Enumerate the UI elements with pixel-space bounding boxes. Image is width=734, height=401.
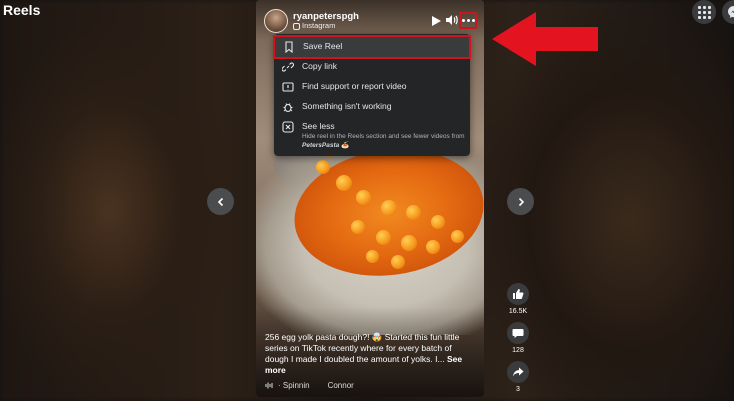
volume-icon[interactable]: [445, 13, 459, 27]
bookmark-icon: [285, 41, 293, 53]
yolk: [381, 200, 397, 216]
bug-icon: [283, 103, 293, 113]
red-arrow-annotation: [492, 12, 598, 66]
yolk: [406, 205, 421, 220]
yolk: [431, 215, 445, 229]
see-less-page-name: PetersPasta: [302, 141, 340, 149]
share-count: 3: [516, 386, 520, 393]
menu-item-label: See less: [302, 121, 335, 131]
source-text: Instagram: [302, 21, 336, 31]
yolk: [356, 190, 371, 205]
menu-item-label: Save Reel: [303, 41, 343, 51]
see-less-desc-line1: Hide reel in the Reels section and see f…: [302, 133, 450, 140]
yolk: [451, 230, 464, 243]
yolk: [366, 250, 379, 263]
menu-item-copy-link[interactable]: Copy link: [274, 57, 470, 77]
menu-item-something-wrong[interactable]: Something isn't working: [274, 97, 470, 117]
see-less-content: See less Hide reel in the Reels section …: [302, 121, 472, 151]
menu-item-label: Something isn't working: [302, 101, 392, 111]
chevron-right-icon: [518, 197, 524, 206]
source-label: Instagram: [293, 21, 359, 31]
next-reel-button[interactable]: [507, 188, 534, 215]
menu-grid-icon[interactable]: [692, 0, 716, 24]
reel-caption: 256 egg yolk pasta dough?! 🤯 Started thi…: [265, 332, 475, 376]
yolk: [336, 175, 352, 191]
avatar[interactable]: [264, 9, 288, 33]
yolk: [391, 255, 405, 269]
pasta-emoji: 🍝: [341, 141, 350, 149]
author-meta: ryanpeterspgh Instagram: [293, 11, 359, 31]
caption-text: 256 egg yolk pasta dough?! 🤯 Started thi…: [265, 332, 460, 365]
instagram-icon: [293, 22, 300, 30]
link-icon: [282, 62, 294, 72]
more-options-button[interactable]: [459, 12, 477, 29]
audio-artist: Connor: [327, 381, 354, 390]
menu-item-report[interactable]: Find support or report video: [274, 77, 470, 97]
chevron-left-icon: [217, 197, 223, 206]
thumbs-up-icon: [513, 289, 524, 299]
comment-icon: [512, 329, 524, 338]
yolk: [426, 240, 440, 254]
see-less-description: Hide reel in the Reels section and see f…: [302, 133, 472, 151]
share-button[interactable]: [507, 361, 529, 383]
yolk: [401, 235, 417, 251]
see-less-desc-from: from: [451, 133, 465, 140]
comment-button[interactable]: [507, 322, 529, 344]
play-icon[interactable]: [430, 14, 442, 26]
menu-item-label: Find support or report video: [302, 81, 407, 91]
yolk: [376, 230, 391, 245]
menu-item-label: Copy link: [302, 61, 337, 71]
audio-info[interactable]: · Spinnin Connor: [265, 381, 475, 390]
like-button[interactable]: [507, 283, 529, 305]
reel-header: ryanpeterspgh Instagram: [264, 9, 359, 33]
options-menu: Save Reel Copy link Find support or repo…: [273, 34, 471, 157]
share-icon: [513, 367, 524, 377]
yolk: [351, 220, 365, 234]
close-box-icon: [282, 121, 294, 133]
like-count: 16.5K: [508, 308, 528, 315]
menu-item-save-reel[interactable]: Save Reel: [273, 35, 471, 59]
previous-reel-button[interactable]: [207, 188, 234, 215]
audio-title: · Spinnin: [278, 381, 310, 390]
yolk: [316, 160, 330, 174]
menu-item-see-less[interactable]: See less Hide reel in the Reels section …: [274, 117, 470, 157]
audio-wave-icon: [265, 382, 273, 389]
report-icon: [282, 82, 294, 92]
page-title: Reels: [3, 2, 41, 18]
comment-count: 128: [512, 347, 524, 354]
reel-actions: 16.5K 128 3: [504, 283, 532, 400]
